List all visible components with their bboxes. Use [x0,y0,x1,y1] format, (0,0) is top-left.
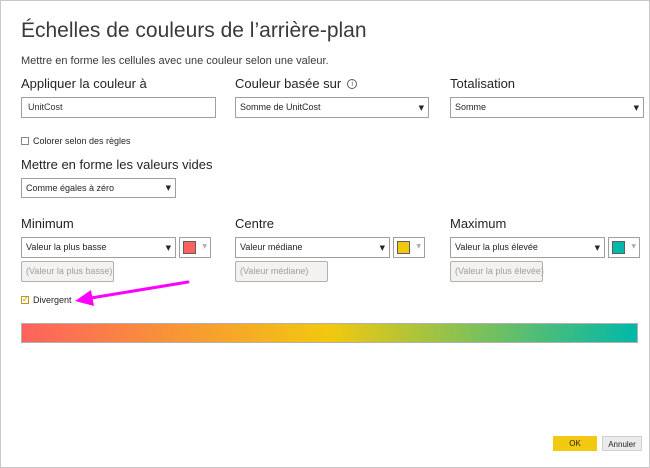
minimum-value: Valeur la plus basse [26,242,107,252]
chevron-down-icon: ▼ [379,244,385,252]
chevron-down-icon: ▼ [631,243,636,250]
diverging-checkbox[interactable]: ✓ [21,295,29,304]
maximum-value: Valeur la plus élevée [455,242,538,252]
chevron-down-icon: ▼ [202,243,207,250]
ok-button[interactable]: OK [553,436,597,451]
maximum-value-field: (Valeur la plus élevée) [450,261,544,282]
dialog-title: Échelles de couleurs de l’arrière-plan [21,19,367,42]
minimum-dropdown[interactable]: Valeur la plus basse ▼ [21,237,176,258]
maximum-dropdown[interactable]: Valeur la plus élevée ▼ [450,237,605,258]
chevron-down-icon: ▼ [165,244,171,252]
based-on-label: Couleur basée sur i [235,76,358,91]
cancel-button[interactable]: Annuler [602,436,642,451]
maximum-color-picker[interactable]: ▼ [608,237,640,258]
empty-values-label: Mettre en forme les valeurs vides [21,157,213,172]
minimum-color-swatch [183,241,196,254]
apply-to-field[interactable]: UnitCost [21,97,216,118]
checkmark-icon: ✓ [22,295,29,304]
center-label: Centre [235,216,275,231]
chevron-down-icon: ▼ [416,243,421,250]
dialog-subtitle: Mettre en forme les cellules avec une co… [21,55,329,67]
apply-to-label: Appliquer la couleur à [21,76,147,91]
chevron-down-icon: ▼ [633,104,639,112]
annotation-arrow-icon [75,280,190,306]
center-value: Valeur médiane [240,242,303,252]
summarization-value: Somme [455,102,487,112]
info-circle-icon[interactable]: i [347,79,358,89]
center-color-swatch [397,241,410,254]
chevron-down-icon: ▼ [418,104,424,112]
minimum-label: Minimum [21,216,74,231]
based-on-label-text: Couleur basée sur [235,76,342,91]
diverging-checkbox-label: Divergent [33,295,72,305]
chevron-down-icon: ▼ [594,244,600,252]
summarization-dropdown[interactable]: Somme ▼ [450,97,644,118]
maximum-color-swatch [612,241,625,254]
rules-checkbox-label: Colorer selon des règles [33,136,131,146]
center-color-picker[interactable]: ▼ [393,237,425,258]
empty-values-dropdown[interactable]: Comme égales à zéro ▼ [21,178,176,198]
center-dropdown[interactable]: Valeur médiane ▼ [235,237,390,258]
maximum-label: Maximum [450,216,507,231]
empty-values-value: Comme égales à zéro [26,183,115,193]
dialog: Échelles de couleurs de l’arrière-plan M… [0,0,650,468]
minimum-color-picker[interactable]: ▼ [179,237,211,258]
summarization-label: Totalisation [450,76,516,91]
based-on-dropdown[interactable]: Somme de UnitCost ▼ [235,97,429,118]
based-on-value: Somme de UnitCost [240,102,321,112]
center-value-field: (Valeur médiane) [235,261,328,282]
rules-checkbox[interactable] [21,137,29,145]
color-scale-preview [21,323,638,343]
chevron-down-icon: ▼ [165,184,171,192]
